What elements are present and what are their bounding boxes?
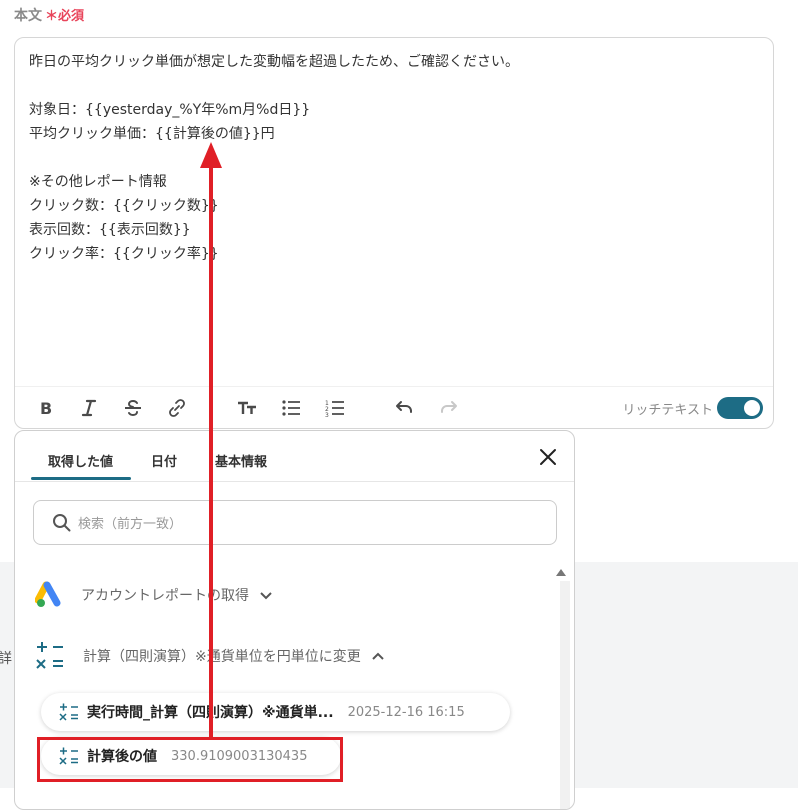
bold-icon[interactable]: B: [35, 397, 57, 419]
google-ads-icon: [35, 581, 61, 607]
tab-basic-info[interactable]: 基本情報: [215, 451, 267, 470]
required-asterisk: ＊: [45, 9, 59, 24]
field-label-text: 本文: [14, 8, 42, 24]
search-box[interactable]: [33, 500, 557, 545]
group-label: アカウントレポートの取得: [81, 588, 249, 604]
tab-date[interactable]: 日付: [151, 451, 177, 470]
group-label: 計算（四則演算）※通貨単位を円単位に変更: [83, 649, 361, 665]
editor-line: クリック率：{{クリック率}}: [29, 246, 219, 262]
toggle-knob: [744, 400, 760, 416]
link-icon[interactable]: [166, 397, 188, 419]
rich-text-label: リッチテキスト: [622, 403, 713, 418]
value-item-execution-time[interactable]: 実行時間_計算（四則演算）※通貨単... 2025-12-16 16:15: [41, 693, 510, 731]
annotation-highlight-box: [37, 737, 343, 782]
rich-text-toggle[interactable]: [717, 397, 763, 419]
numbered-list-icon[interactable]: 123: [324, 397, 346, 419]
tab-retrieved-values[interactable]: 取得した値: [48, 451, 113, 470]
bullet-list-icon[interactable]: [280, 397, 302, 419]
editor-toolbar: B 123 リッチテキスト: [15, 386, 773, 429]
item-value: 2025-12-16 16:15: [347, 704, 465, 720]
scroll-up-arrow[interactable]: [556, 569, 566, 576]
text-size-icon[interactable]: [236, 397, 258, 419]
required-text: 必須: [58, 9, 85, 24]
active-tab-indicator: [31, 477, 131, 480]
search-input[interactable]: [76, 511, 520, 537]
editor-line: 平均クリック単価：{{計算後の値}}円: [29, 126, 275, 142]
chevron-down-icon: [260, 592, 272, 600]
calculator-icon: [36, 642, 63, 669]
editor-line: 昨日の平均クリック単価が想定した変動幅を超過したため、ご確認ください。: [29, 54, 519, 70]
editor-line: ※その他レポート情報: [29, 174, 167, 190]
calculator-icon: [59, 703, 78, 721]
item-name: 実行時間_計算（四則演算）※通貨単...: [87, 705, 334, 721]
field-label: 本文 ＊必須: [14, 5, 84, 25]
scrollbar-track[interactable]: [560, 581, 570, 809]
svg-text:B: B: [40, 399, 52, 418]
editor-content[interactable]: 昨日の平均クリック単価が想定した変動幅を超過したため、ご確認ください。 対象日：…: [29, 50, 759, 266]
svg-text:3: 3: [325, 412, 329, 418]
editor-line: 対象日：{{yesterday_%Y年%m月%d日}}: [29, 102, 311, 118]
redo-icon[interactable]: [438, 397, 460, 419]
required-mark: ＊必須: [45, 9, 84, 24]
italic-icon[interactable]: [78, 397, 100, 419]
search-icon: [53, 514, 71, 532]
undo-icon[interactable]: [393, 397, 415, 419]
close-icon[interactable]: [538, 447, 558, 467]
editor-line: 表示回数：{{表示回数}}: [29, 222, 191, 238]
popup-tabs: 取得した値 日付 基本情報: [15, 431, 574, 482]
group-account-report[interactable]: アカウントレポートの取得: [35, 581, 273, 609]
chevron-up-icon: [372, 652, 384, 660]
group-calculation[interactable]: 計算（四則演算）※通貨単位を円単位に変更: [35, 641, 385, 671]
editor-line: クリック数：{{クリック数}}: [29, 198, 219, 214]
strikethrough-icon[interactable]: [122, 397, 144, 419]
body-editor[interactable]: 昨日の平均クリック単価が想定した変動幅を超過したため、ご確認ください。 対象日：…: [14, 37, 774, 429]
background-side-text: 詳: [0, 651, 12, 667]
